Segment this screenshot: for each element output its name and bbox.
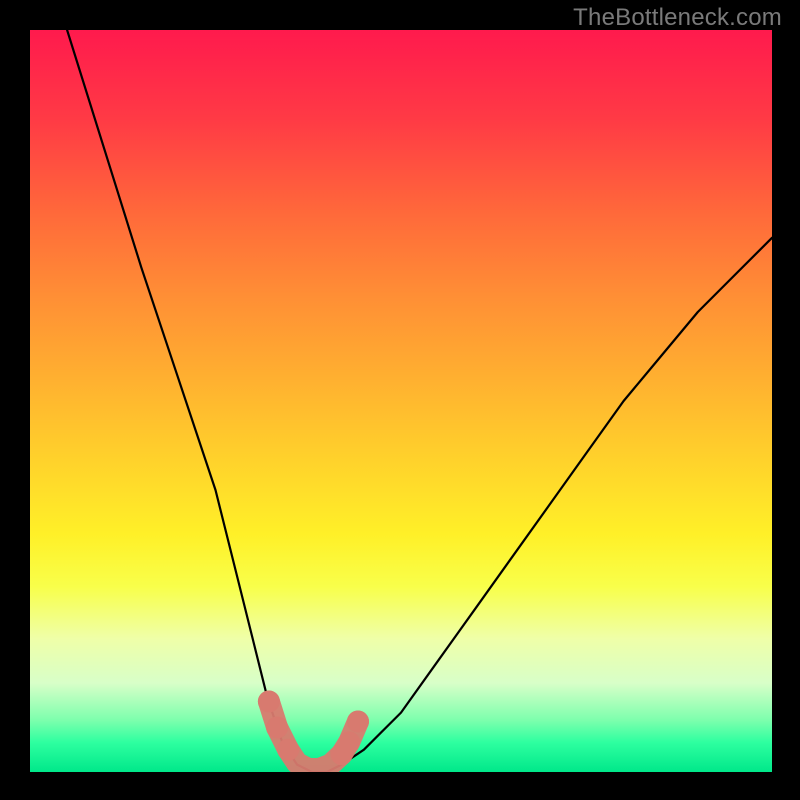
watermark-text: TheBottleneck.com xyxy=(573,4,782,32)
chart-svg xyxy=(30,30,772,772)
plot-area xyxy=(30,30,772,772)
highlight-markers xyxy=(258,691,369,770)
chart-frame: TheBottleneck.com xyxy=(0,0,800,800)
bottleneck-curve xyxy=(67,30,772,772)
